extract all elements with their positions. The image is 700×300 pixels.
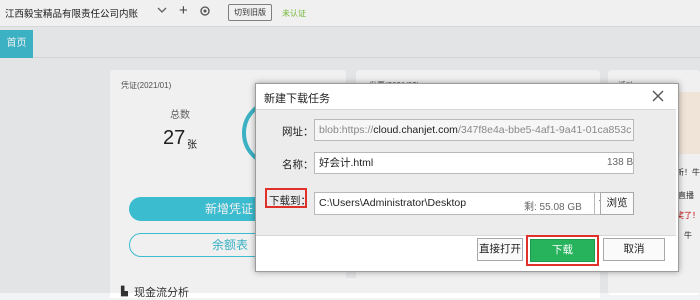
- url-host: cloud.chanjet.com: [373, 124, 458, 136]
- url-field[interactable]: blob:https://cloud.chanjet.com/347f8e4a-…: [314, 119, 634, 141]
- open-directly-button[interactable]: 直接打开: [477, 238, 523, 261]
- url-prefix: blob:https://: [319, 124, 374, 136]
- file-size: 138 B: [607, 157, 634, 168]
- save-location-label: 下载到：: [269, 195, 311, 207]
- url-path: /347f8e4a-bbe5-4af1-9a41-01ca853c: [457, 124, 632, 136]
- filename-input[interactable]: 好会计.html: [314, 152, 634, 174]
- download-button[interactable]: 下载: [530, 239, 595, 262]
- close-icon[interactable]: [651, 89, 665, 103]
- name-label: 名称：: [282, 159, 314, 171]
- free-space: 剩: 55.08 GB: [524, 202, 582, 213]
- url-label: 网址：: [282, 126, 314, 138]
- browse-button[interactable]: 浏览: [600, 192, 634, 215]
- dialog-title: 新建下载任务: [264, 93, 330, 105]
- cancel-button[interactable]: 取消: [603, 238, 665, 261]
